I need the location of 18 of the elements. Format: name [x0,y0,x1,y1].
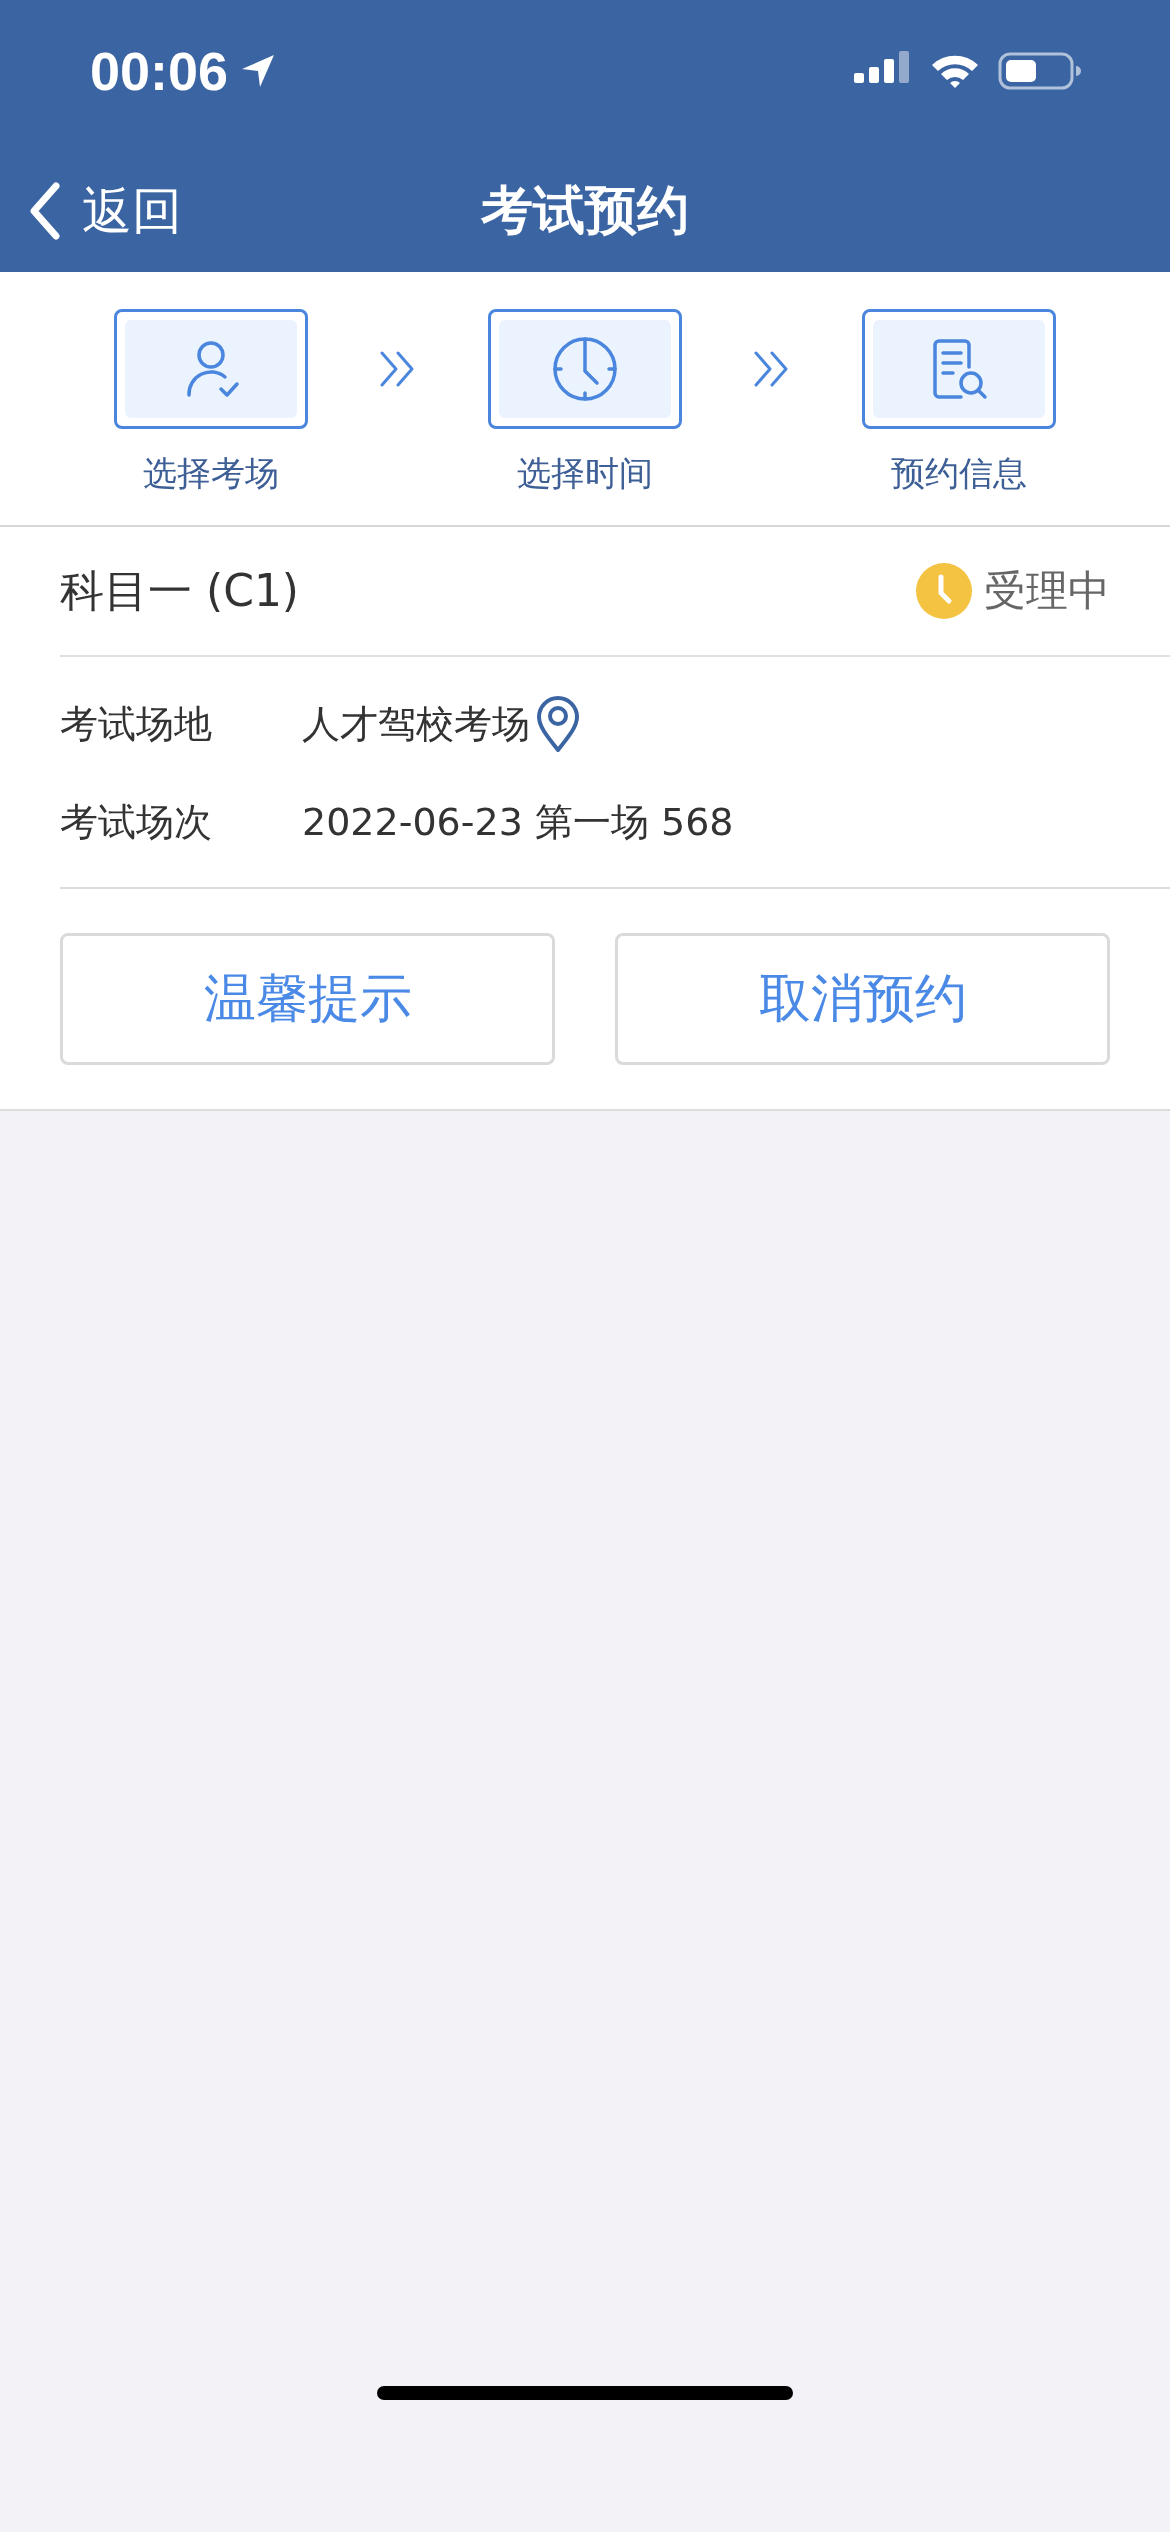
back-chevron-icon [28,182,62,240]
location-pin-icon[interactable] [536,695,580,753]
pending-clock-icon [916,563,972,619]
step-label: 选择考场 [143,452,279,495]
booking-status: 受理中 [984,565,1110,617]
page-title: 考试预约 [481,179,689,242]
step-label: 选择时间 [517,452,653,495]
subject-title: 科目一 (C1) [60,563,300,618]
detail-value: 2022-06-23 第一场 568 [302,798,734,846]
status-time: 00:06 [90,40,229,102]
action-button[interactable]: 温馨提示 [60,933,555,1065]
step-label: 预约信息 [891,452,1027,495]
battery-icon [998,51,1082,91]
detail-label: 考试场次 [60,798,213,846]
detail-label: 考试场地 [60,700,213,748]
detail-value: 人才驾校考场 [302,700,530,748]
action-button[interactable]: 取消预约 [615,933,1110,1065]
back-button[interactable]: 返回 [28,171,182,251]
